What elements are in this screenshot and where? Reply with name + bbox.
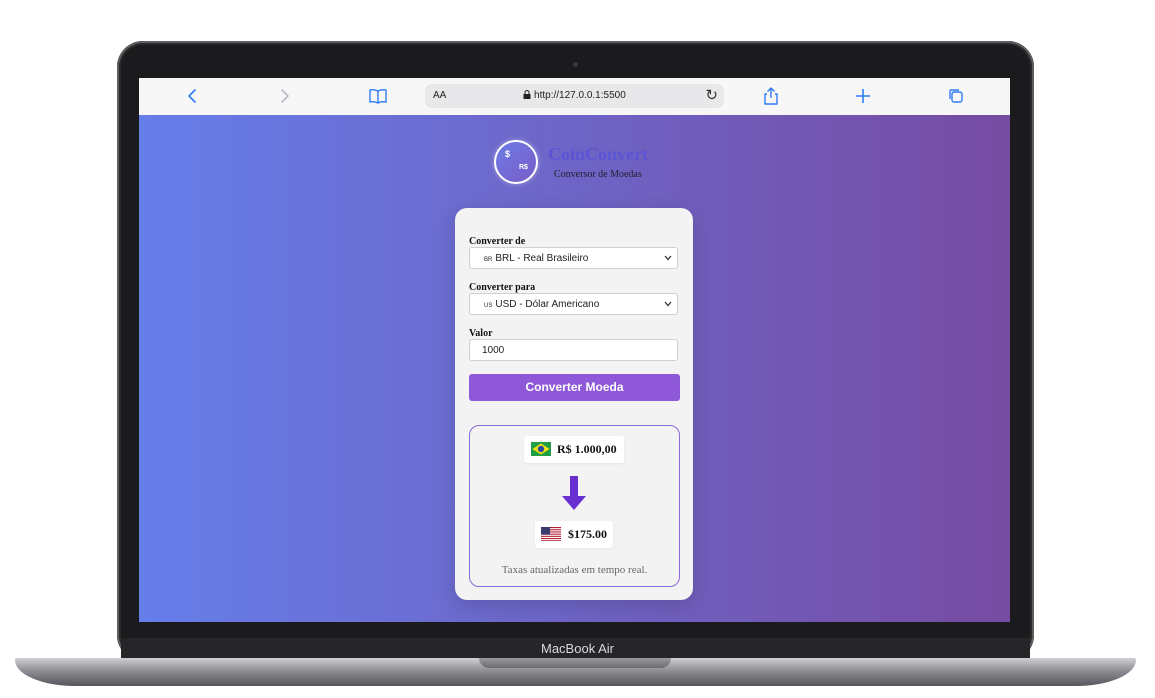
back-icon[interactable] [180, 84, 204, 108]
result-panel: R$ 1.000,00 $175.00 Taxas atualizadas em… [469, 425, 680, 587]
convert-button[interactable]: Converter Moeda [469, 374, 680, 401]
converter-card: Converter de BR BRL - Real Brasileiro Con… [455, 208, 693, 600]
chevron-down-icon [664, 248, 672, 269]
to-currency-code: US [484, 303, 493, 309]
to-amount-value: $175.00 [568, 527, 607, 541]
rates-note: Taxas atualizadas em tempo real. [501, 564, 648, 576]
camera [573, 62, 578, 67]
from-amount-box: R$ 1.000,00 [524, 436, 624, 463]
amount-label: Valor [469, 328, 493, 339]
new-tab-icon[interactable] [851, 84, 875, 108]
device-model-label: MacBook Air [541, 641, 614, 656]
amount-input[interactable]: 1000 [469, 339, 678, 361]
brand-title: CoinConvert [548, 144, 648, 164]
forward-icon[interactable] [273, 84, 297, 108]
to-currency-value: USD - Dólar Americano [495, 299, 600, 310]
from-currency-label: Converter de [469, 236, 526, 247]
to-amount-box: $175.00 [535, 521, 613, 548]
brand-subtitle: Conversor de Moedas [554, 169, 642, 180]
logo-dollar-symbol: $ [505, 149, 511, 159]
from-currency-code: BR [484, 257, 493, 263]
tabs-icon[interactable] [944, 84, 968, 108]
url-text: http://127.0.0.1:5500 [425, 90, 724, 101]
bookmarks-icon[interactable] [366, 84, 390, 108]
address-bar[interactable]: AA http://127.0.0.1:5500 ↻ [425, 84, 724, 108]
laptop-base-notch [479, 658, 671, 668]
lock-icon [523, 90, 534, 101]
arrow-down-icon [562, 476, 586, 510]
from-currency-select[interactable]: BR BRL - Real Brasileiro [469, 247, 678, 269]
chevron-down-icon [664, 294, 672, 315]
usa-flag-icon [541, 527, 561, 541]
logo-real-symbol: R$ [519, 164, 528, 171]
browser-screen: AA http://127.0.0.1:5500 ↻ $ R$ CoinConv… [139, 78, 1010, 622]
browser-toolbar: AA http://127.0.0.1:5500 ↻ [139, 78, 1010, 116]
from-currency-value: BRL - Real Brasileiro [495, 253, 589, 264]
to-currency-select[interactable]: US USD - Dólar Americano [469, 293, 678, 315]
share-icon[interactable] [759, 84, 783, 108]
reload-icon[interactable]: ↻ [705, 86, 718, 104]
from-amount-value: R$ 1.000,00 [557, 442, 617, 456]
to-currency-label: Converter para [469, 282, 536, 293]
url-value: http://127.0.0.1:5500 [534, 90, 626, 101]
page-background: $ R$ CoinConvert Conversor de Moedas Con… [139, 115, 1010, 622]
coin-logo-icon: $ R$ [494, 140, 538, 184]
brazil-flag-icon [531, 442, 551, 456]
